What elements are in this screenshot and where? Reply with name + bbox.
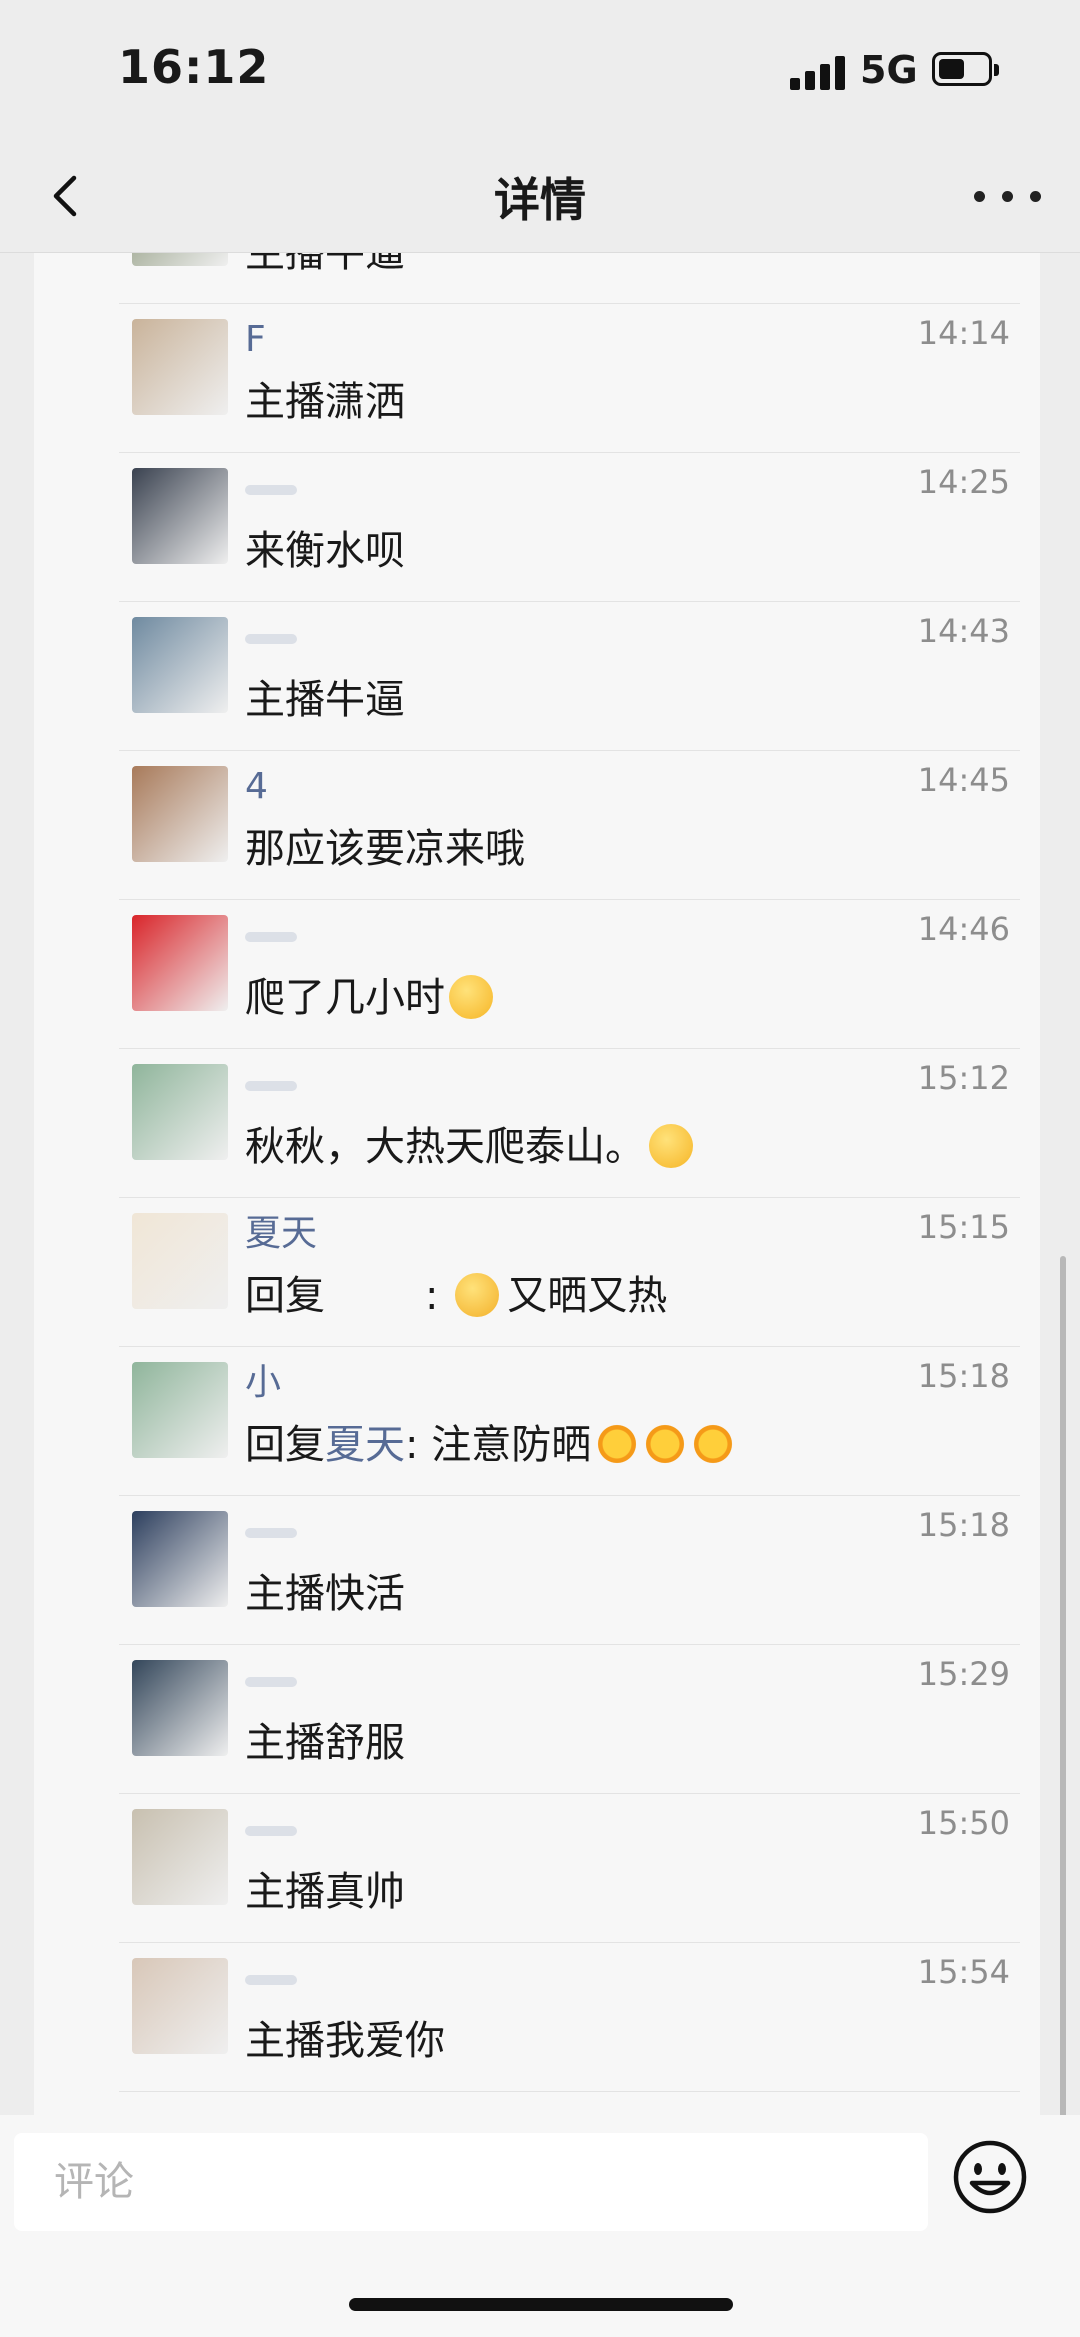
comment-text: 主播舒服 (245, 1717, 405, 1769)
comment-time: 14:45 (917, 761, 1010, 799)
comment-body: 又晒又热 (507, 1273, 668, 1319)
comment-body: 那应该要凉来哦 (245, 826, 525, 872)
comment-text: 回复夏天: 注意防晒 (245, 1419, 736, 1471)
comment-body: 来衡水呗 (245, 528, 405, 574)
comment-text: 主播真帅 (245, 1866, 405, 1918)
comment-row[interactable]: 15:18 主播快活 (34, 1496, 1040, 1645)
more-dots-icon[interactable] (972, 176, 1044, 216)
comment-body: 主播牛逼 (245, 253, 405, 276)
comment-row[interactable]: 15:54 主播我爱你 (34, 1943, 1040, 2092)
reply-target-name[interactable]: 夏天 (325, 1422, 405, 1468)
comment-text: 主播我爱你 (245, 2015, 445, 2067)
avatar[interactable] (132, 253, 228, 266)
sad-face-emoji (455, 1273, 500, 1317)
comment-row[interactable]: 15:12 秋秋，大热天爬泰山。 (34, 1049, 1040, 1198)
comment-time: 14:46 (917, 910, 1010, 948)
home-indicator (349, 2298, 733, 2311)
comment-body: 爬了几小时 (245, 975, 445, 1021)
avatar[interactable] (132, 319, 228, 415)
comment-text: 主播潇洒 (245, 376, 405, 428)
signal-icon (790, 56, 846, 90)
astonished-face-emoji (649, 1124, 693, 1168)
status-time: 16:12 (118, 40, 270, 94)
comment-time: 15:18 (917, 1506, 1010, 1544)
comment-text: 主播牛逼 (245, 674, 405, 726)
comment-time: 14:25 (917, 463, 1010, 501)
comment-text: 主播快活 (245, 1568, 405, 1620)
avatar[interactable] (132, 617, 228, 713)
comment-row[interactable]: 14:43 主播牛逼 (34, 602, 1040, 751)
comment-time: 15:54 (917, 1953, 1010, 1991)
avatar[interactable] (132, 1362, 228, 1458)
avatar[interactable] (132, 1660, 228, 1756)
comment-body: 主播快活 (245, 1571, 405, 1617)
comment-row[interactable]: F 14:14 主播潇洒 (34, 304, 1040, 453)
comment-time: 14:43 (917, 612, 1010, 650)
comment-body: 主播牛逼 (245, 677, 405, 723)
thinking-face-emoji (449, 975, 493, 1019)
commenter-name[interactable]: 夏天 (245, 1212, 317, 1256)
comment-body: 主播舒服 (245, 1720, 405, 1766)
comment-row[interactable]: 14:46 爬了几小时 (34, 900, 1040, 1049)
comment-text: 来衡水呗 (245, 525, 405, 577)
navigation-bar: 详情 (0, 140, 1080, 253)
sun-emoji (643, 1422, 688, 1466)
commenter-name[interactable]: 4 (245, 765, 268, 809)
status-bar: 16:12 5G (0, 0, 1080, 140)
divider (119, 2091, 1020, 2092)
comment-row[interactable]: 15:29 主播舒服 (34, 1645, 1040, 1794)
comment-text: 秋秋，大热天爬泰山。 (245, 1121, 693, 1173)
avatar[interactable] (132, 1213, 228, 1309)
comment-text: 爬了几小时 (245, 972, 493, 1024)
comment-row[interactable]: 主播牛逼 (34, 253, 1040, 304)
scrollbar[interactable] (1060, 1256, 1066, 2115)
reply-colon: : (425, 1273, 452, 1319)
avatar[interactable] (132, 1809, 228, 1905)
sun-emoji (595, 1422, 640, 1466)
avatar[interactable] (132, 468, 228, 564)
network-label: 5G (860, 48, 918, 92)
sun-emoji (691, 1422, 736, 1466)
comment-input[interactable]: 评论 (14, 2133, 928, 2231)
comment-time: 14:14 (917, 314, 1010, 352)
battery-icon (932, 52, 999, 86)
comment-body: 秋秋，大热天爬泰山。 (245, 1124, 645, 1170)
comment-row[interactable]: 夏天 15:15 回复: 又晒又热 (34, 1198, 1040, 1347)
comment-body: 主播潇洒 (245, 379, 405, 425)
comment-time: 15:12 (917, 1059, 1010, 1097)
comment-time: 15:18 (917, 1357, 1010, 1395)
reply-prefix: 回复 (245, 1273, 325, 1319)
commenter-name[interactable]: 小 (245, 1361, 281, 1405)
comment-time: 15:50 (917, 1804, 1010, 1842)
comment-text: 回复: 又晒又热 (245, 1270, 667, 1322)
comment-row[interactable]: 15:50 主播真帅 (34, 1794, 1040, 1943)
reply-colon: : (405, 1422, 432, 1468)
comment-card: 主播牛逼 F 14:14 主播潇洒 14:25 来衡水呗 14:43 主播牛逼 4 14:45 那应… (34, 253, 1040, 2115)
comment-text: 那应该要凉来哦 (245, 823, 525, 875)
comment-text: 主播牛逼 (245, 253, 405, 279)
comment-row[interactable]: 4 14:45 那应该要凉来哦 (34, 751, 1040, 900)
comment-list-area[interactable]: 主播牛逼 F 14:14 主播潇洒 14:25 来衡水呗 14:43 主播牛逼 4 14:45 那应… (0, 253, 1080, 2115)
comment-body: 主播真帅 (245, 1869, 405, 1915)
comment-body: 主播我爱你 (245, 2018, 445, 2064)
comment-row[interactable]: 小 15:18 回复夏天: 注意防晒 (34, 1347, 1040, 1496)
avatar[interactable] (132, 766, 228, 862)
page-title: 详情 (494, 173, 586, 227)
comment-list: 主播牛逼 F 14:14 主播潇洒 14:25 来衡水呗 14:43 主播牛逼 4 14:45 那应… (34, 253, 1040, 2092)
comment-time: 15:15 (917, 1208, 1010, 1246)
comment-body: 注意防晒 (431, 1422, 592, 1468)
comment-time: 15:29 (917, 1655, 1010, 1693)
avatar[interactable] (132, 1511, 228, 1607)
avatar[interactable] (132, 1958, 228, 2054)
comment-row[interactable]: 14:25 来衡水呗 (34, 453, 1040, 602)
avatar[interactable] (132, 1064, 228, 1160)
smiley-face-icon[interactable] (950, 2137, 1030, 2217)
reply-prefix: 回复 (245, 1422, 325, 1468)
commenter-name[interactable]: F (245, 318, 266, 362)
avatar[interactable] (132, 915, 228, 1011)
